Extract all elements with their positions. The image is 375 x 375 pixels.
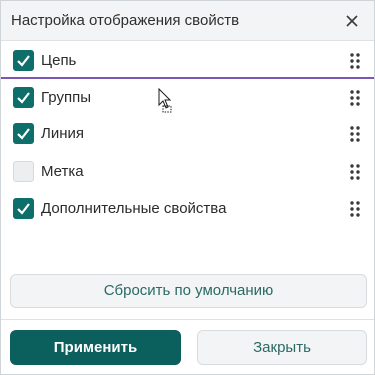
property-label: Метка bbox=[41, 163, 84, 180]
property-row-additional[interactable]: Дополнительные свойства bbox=[1, 191, 374, 227]
drag-handle-icon[interactable] bbox=[349, 125, 361, 143]
reset-defaults-button[interactable]: Сбросить по умолчанию bbox=[10, 274, 367, 308]
property-row-chain[interactable]: Цепь bbox=[1, 43, 374, 79]
property-label: Цепь bbox=[41, 52, 77, 69]
property-label: Группы bbox=[41, 89, 91, 106]
checkmark-icon bbox=[17, 55, 30, 67]
property-display-settings-dialog: Настройка отображения свойств Цепь Групп… bbox=[0, 0, 375, 375]
dialog-title: Настройка отображения свойств bbox=[11, 12, 240, 29]
checkbox-additional[interactable] bbox=[13, 198, 34, 219]
property-label: Линия bbox=[41, 125, 85, 142]
checkbox-groups[interactable] bbox=[13, 87, 34, 108]
property-row-groups[interactable]: Группы bbox=[1, 80, 374, 116]
apply-button[interactable]: Применить bbox=[10, 330, 181, 365]
checkbox-label[interactable] bbox=[13, 161, 34, 182]
checkbox-chain[interactable] bbox=[13, 50, 34, 71]
drag-handle-icon[interactable] bbox=[349, 200, 361, 218]
property-label: Дополнительные свойства bbox=[41, 200, 227, 217]
checkbox-line[interactable] bbox=[13, 123, 34, 144]
property-row-line[interactable]: Линия bbox=[1, 116, 374, 152]
close-button[interactable]: Закрыть bbox=[197, 330, 367, 365]
close-icon[interactable] bbox=[342, 11, 362, 31]
drag-handle-icon[interactable] bbox=[349, 163, 361, 181]
checkmark-icon bbox=[17, 203, 30, 215]
dialog-header: Настройка отображения свойств bbox=[1, 1, 374, 41]
property-row-label[interactable]: Метка bbox=[1, 154, 374, 190]
drag-handle-icon[interactable] bbox=[349, 52, 361, 70]
footer-divider bbox=[1, 319, 374, 320]
checkmark-icon bbox=[17, 128, 30, 140]
drag-handle-icon[interactable] bbox=[349, 89, 361, 107]
checkmark-icon bbox=[17, 92, 30, 104]
move-cursor-icon bbox=[158, 87, 176, 114]
